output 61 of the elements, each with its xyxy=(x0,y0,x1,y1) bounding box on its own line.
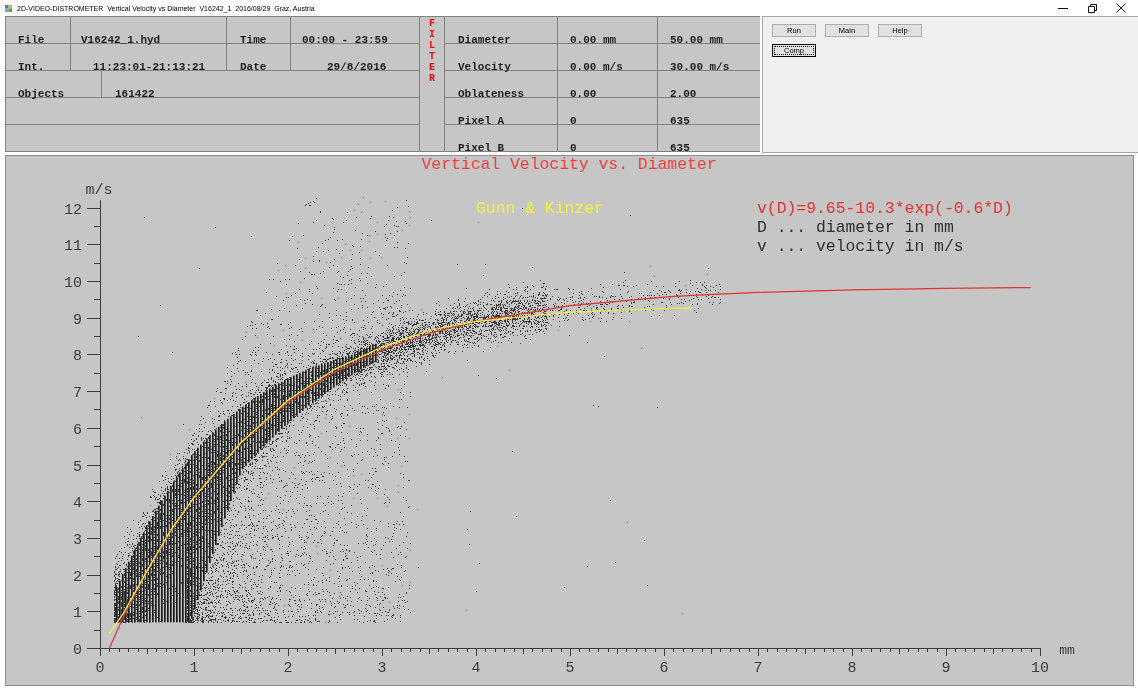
axis-tick-label: 6 xyxy=(73,421,82,439)
field-label: File xyxy=(18,34,45,46)
axis-tick-label: 0 xyxy=(73,642,82,659)
filter-min: 0 xyxy=(570,142,577,154)
axis-unit-label: mm xyxy=(1059,643,1075,658)
axis-tick-label: 6 xyxy=(659,660,669,677)
field-label: Int. xyxy=(18,61,45,73)
axis-tick-label: 4 xyxy=(471,660,481,677)
annotation-text: D ... diameter in mm xyxy=(757,218,954,237)
axis-tick-label: 8 xyxy=(847,660,857,677)
filter-name: Oblateness xyxy=(458,88,524,100)
legend-label: Gunn & Kinzer xyxy=(476,199,604,218)
field-label: Date xyxy=(240,61,267,73)
axis-tick-label: 4 xyxy=(73,495,82,513)
field-value: 29/8/2016 xyxy=(327,61,387,73)
field-label: Objects xyxy=(18,88,65,100)
axis-tick-label: 10 xyxy=(64,275,82,292)
axis-tick-label: 0 xyxy=(95,660,105,677)
field-value: V16242_1.hyd xyxy=(81,34,161,46)
filter-max: 50.00 mm xyxy=(670,34,723,46)
filter-max: 2.00 xyxy=(670,88,697,100)
field-label: Time xyxy=(240,34,267,46)
minimize-icon[interactable] xyxy=(1058,7,1068,9)
restore-icon[interactable] xyxy=(1088,3,1097,13)
axis-tick-label: 5 xyxy=(73,458,82,476)
axis-tick-label: 1 xyxy=(189,660,199,677)
chart-title: Vertical Velocity vs. Diameter xyxy=(421,155,717,174)
annotation-text: v ... velocity in m/s xyxy=(757,236,964,256)
filter-max: 635 xyxy=(670,142,690,154)
field-value: 00:00 - 23:59 xyxy=(302,34,388,46)
axis-tick-label: 9 xyxy=(73,311,82,329)
axis-unit-label: m/s xyxy=(85,182,113,199)
filter-min: 0.00 mm xyxy=(570,34,617,46)
axis-tick-label: 2 xyxy=(283,660,293,677)
axis-tick-label: 7 xyxy=(73,385,82,403)
axis-tick-label: 3 xyxy=(73,531,82,549)
axis-tick-label: 7 xyxy=(753,660,763,677)
filter-name: Velocity xyxy=(458,61,511,73)
axis-tick-label: 10 xyxy=(1031,660,1049,677)
legend-label: v(D)=9.65-10.3*exp(-0.6*D) xyxy=(757,199,1013,218)
axis-tick-label: 12 xyxy=(64,201,82,219)
axis-tick-label: 2 xyxy=(73,568,82,586)
axis-tick-label: 5 xyxy=(565,660,575,677)
filter-min: 0.00 xyxy=(570,88,597,100)
field-value: 161422 xyxy=(115,88,155,100)
close-icon[interactable] xyxy=(1116,3,1126,13)
axis-tick-label: 3 xyxy=(377,660,387,677)
axis-tick-label: 11 xyxy=(64,238,82,256)
axis-tick-label: 8 xyxy=(73,348,82,366)
axis-tick-label: 9 xyxy=(941,660,951,677)
field-value: 11:23:01-21:13:21 xyxy=(93,61,206,73)
filter-max: 30.00 m/s xyxy=(670,61,730,73)
filter-name: Pixel A xyxy=(458,115,505,127)
filter-min: 0 xyxy=(570,115,577,127)
filter-min: 0.00 m/s xyxy=(570,61,623,73)
filter-name: Pixel B xyxy=(458,142,505,154)
filter-max: 635 xyxy=(670,115,690,127)
filter-name: Diameter xyxy=(458,34,511,46)
filter-label: FILTER xyxy=(428,18,436,84)
axis-tick-label: 1 xyxy=(73,605,82,623)
app-icon xyxy=(5,4,12,12)
